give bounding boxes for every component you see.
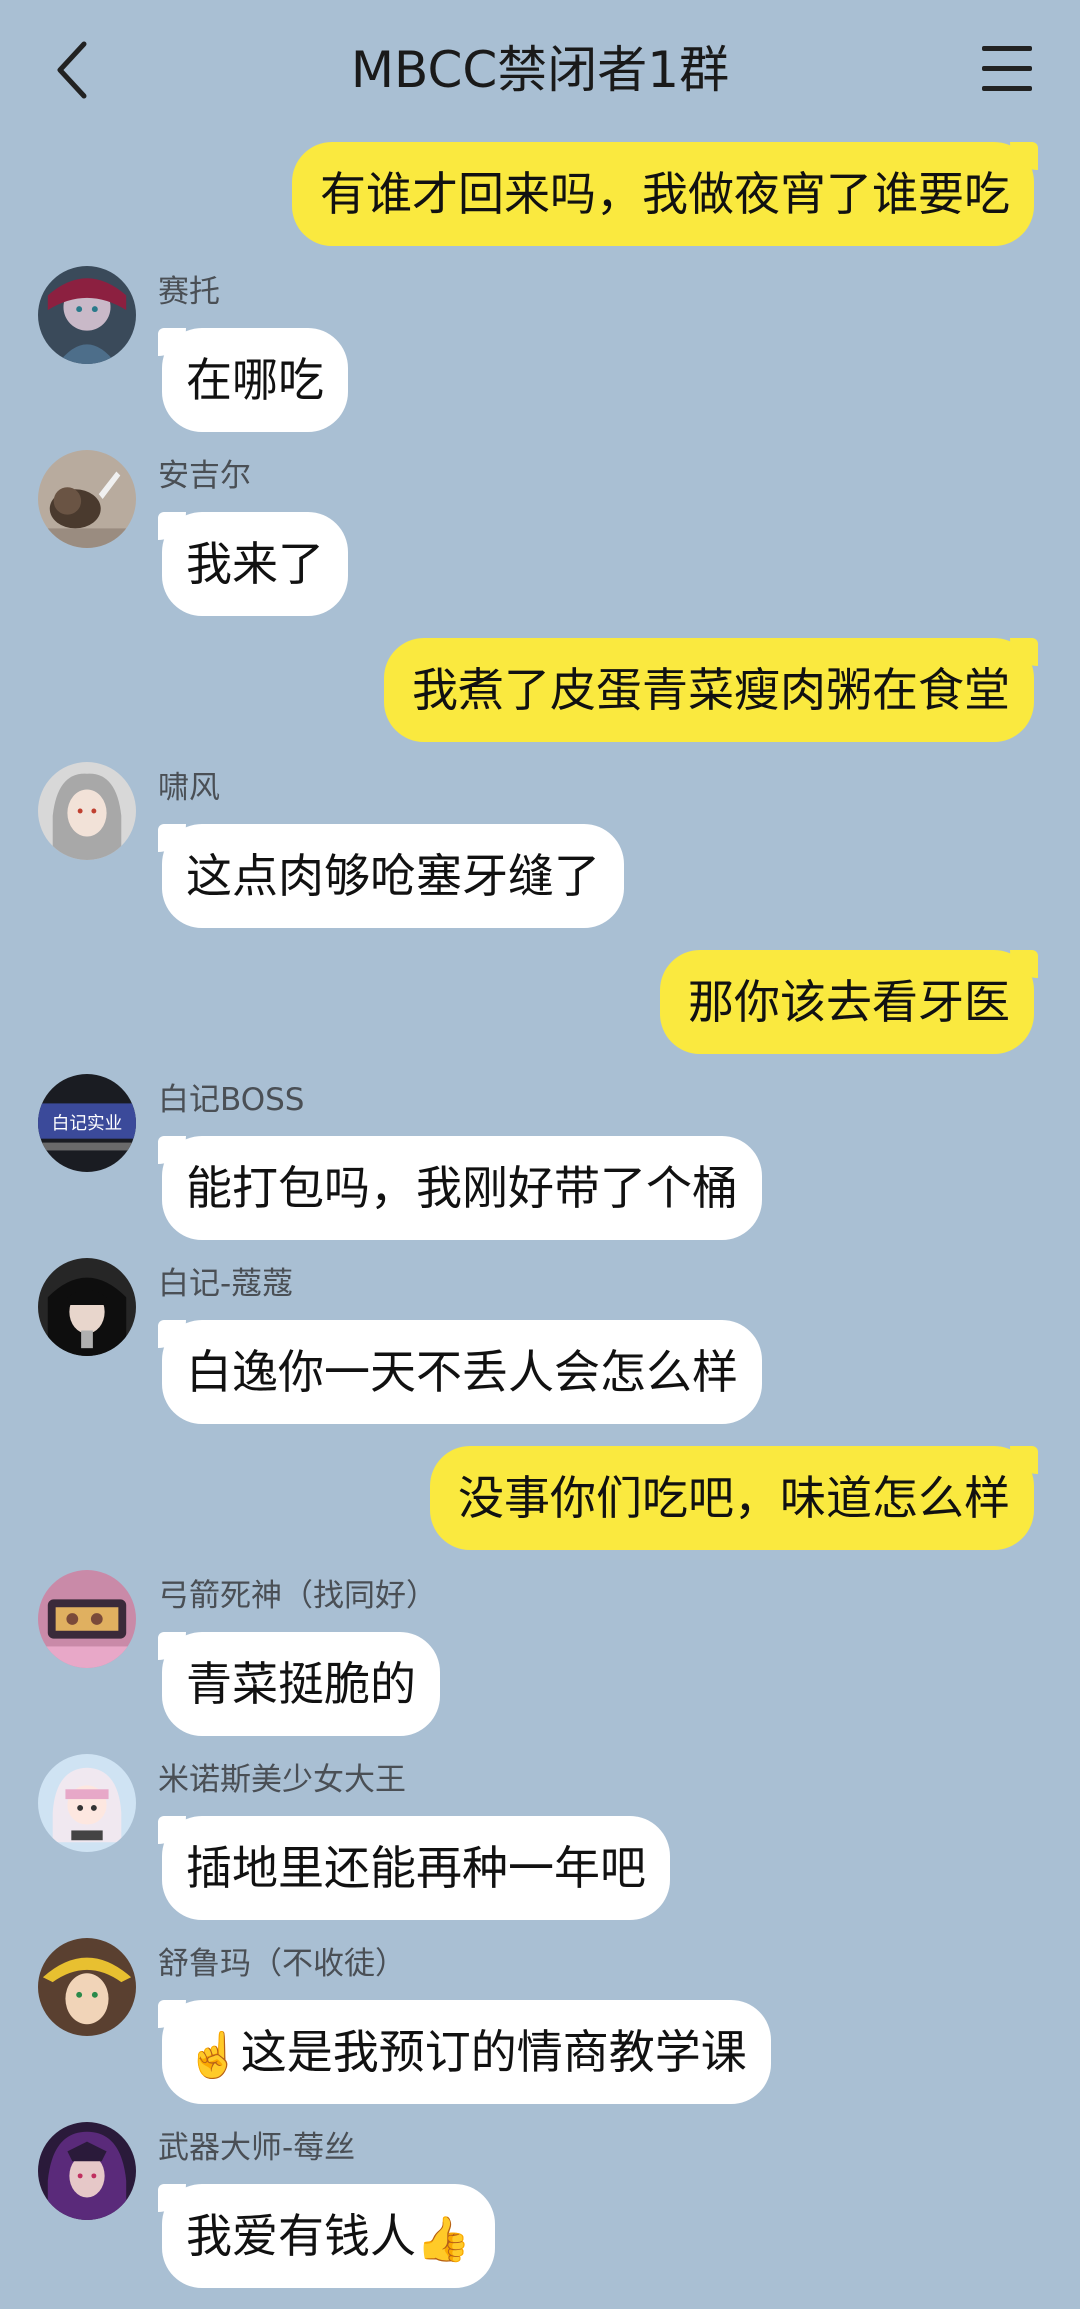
avatar[interactable]: 白记实业 bbox=[38, 1074, 136, 1172]
avatar-badge-text: 白记实业 bbox=[52, 1113, 123, 1134]
my-message-bubble[interactable]: 我煮了皮蛋青菜瘦肉粥在食堂 bbox=[384, 638, 1038, 742]
avatar[interactable] bbox=[38, 1754, 136, 1852]
sender-name: 武器大师-莓丝 bbox=[158, 2130, 356, 2166]
avatar[interactable] bbox=[38, 2122, 136, 2220]
my-message-bubble[interactable]: 那你该去看牙医 bbox=[660, 950, 1038, 1054]
chevron-left-icon bbox=[57, 41, 87, 99]
pointing-up-emoji: ☝️ bbox=[186, 2029, 241, 2081]
message-text: 在哪吃 bbox=[186, 353, 324, 407]
avatar[interactable] bbox=[38, 1570, 136, 1668]
message-bubble[interactable]: 我爱有钱人👍 bbox=[158, 2184, 495, 2288]
message-text: 我爱有钱人 bbox=[186, 2209, 416, 2263]
sender-name: 白记-蔻蔻 bbox=[158, 1266, 294, 1302]
sender-name: 啸风 bbox=[158, 770, 220, 806]
message-bubble[interactable]: 我来了 bbox=[158, 512, 348, 616]
message-text: 白逸你一天不丢人会怎么样 bbox=[186, 1345, 738, 1399]
message-text: 我煮了皮蛋青菜瘦肉粥在食堂 bbox=[412, 663, 1010, 717]
message-bubble[interactable]: ☝️这是我预订的情商教学课 bbox=[158, 2000, 771, 2104]
message-text: 那你该去看牙医 bbox=[688, 975, 1010, 1029]
message-text: 我来了 bbox=[186, 537, 324, 591]
message-bubble[interactable]: 在哪吃 bbox=[158, 328, 348, 432]
chat-header: MBCC禁闭者1群 bbox=[0, 0, 1080, 140]
avatar[interactable] bbox=[38, 1938, 136, 2036]
message-text: 没事你们吃吧，味道怎么样 bbox=[458, 1471, 1010, 1525]
sender-name: 白记BOSS bbox=[158, 1082, 305, 1118]
chat-title: MBCC禁闭者1群 bbox=[350, 41, 730, 99]
back-button[interactable] bbox=[40, 30, 110, 110]
message-text: 青菜挺脆的 bbox=[186, 1657, 416, 1711]
message-text: 能打包吗，我刚好带了个桶 bbox=[186, 1161, 738, 1215]
message-bubble[interactable]: 插地里还能再种一年吧 bbox=[158, 1816, 670, 1920]
hamburger-menu-icon bbox=[982, 46, 1032, 51]
my-message-bubble[interactable]: 有谁才回来吗，我做夜宵了谁要吃 bbox=[292, 142, 1038, 246]
avatar[interactable] bbox=[38, 1258, 136, 1356]
message-text: 有谁才回来吗，我做夜宵了谁要吃 bbox=[320, 167, 1010, 221]
message-bubble[interactable]: 能打包吗，我刚好带了个桶 bbox=[158, 1136, 762, 1240]
sender-name: 弓箭死神（找同好） bbox=[158, 1578, 437, 1614]
menu-button[interactable] bbox=[978, 38, 1040, 100]
message-text: 这点肉够呛塞牙缝了 bbox=[186, 849, 600, 903]
avatar[interactable] bbox=[38, 266, 136, 364]
message-bubble[interactable]: 青菜挺脆的 bbox=[158, 1632, 440, 1736]
sender-name: 安吉尔 bbox=[158, 458, 251, 494]
avatar[interactable] bbox=[38, 450, 136, 548]
message-text: 插地里还能再种一年吧 bbox=[186, 1841, 646, 1895]
sender-name: 米诺斯美少女大王 bbox=[158, 1762, 406, 1798]
thumbs-up-emoji: 👍 bbox=[416, 2213, 471, 2265]
message-bubble[interactable]: 这点肉够呛塞牙缝了 bbox=[158, 824, 624, 928]
sender-name: 舒鲁玛（不收徒） bbox=[158, 1946, 406, 1982]
avatar[interactable] bbox=[38, 762, 136, 860]
message-bubble[interactable]: 白逸你一天不丢人会怎么样 bbox=[158, 1320, 762, 1424]
sender-name: 赛托 bbox=[158, 274, 220, 310]
my-message-bubble[interactable]: 没事你们吃吧，味道怎么样 bbox=[430, 1446, 1038, 1550]
message-text: 这是我预订的情商教学课 bbox=[240, 2025, 747, 2079]
